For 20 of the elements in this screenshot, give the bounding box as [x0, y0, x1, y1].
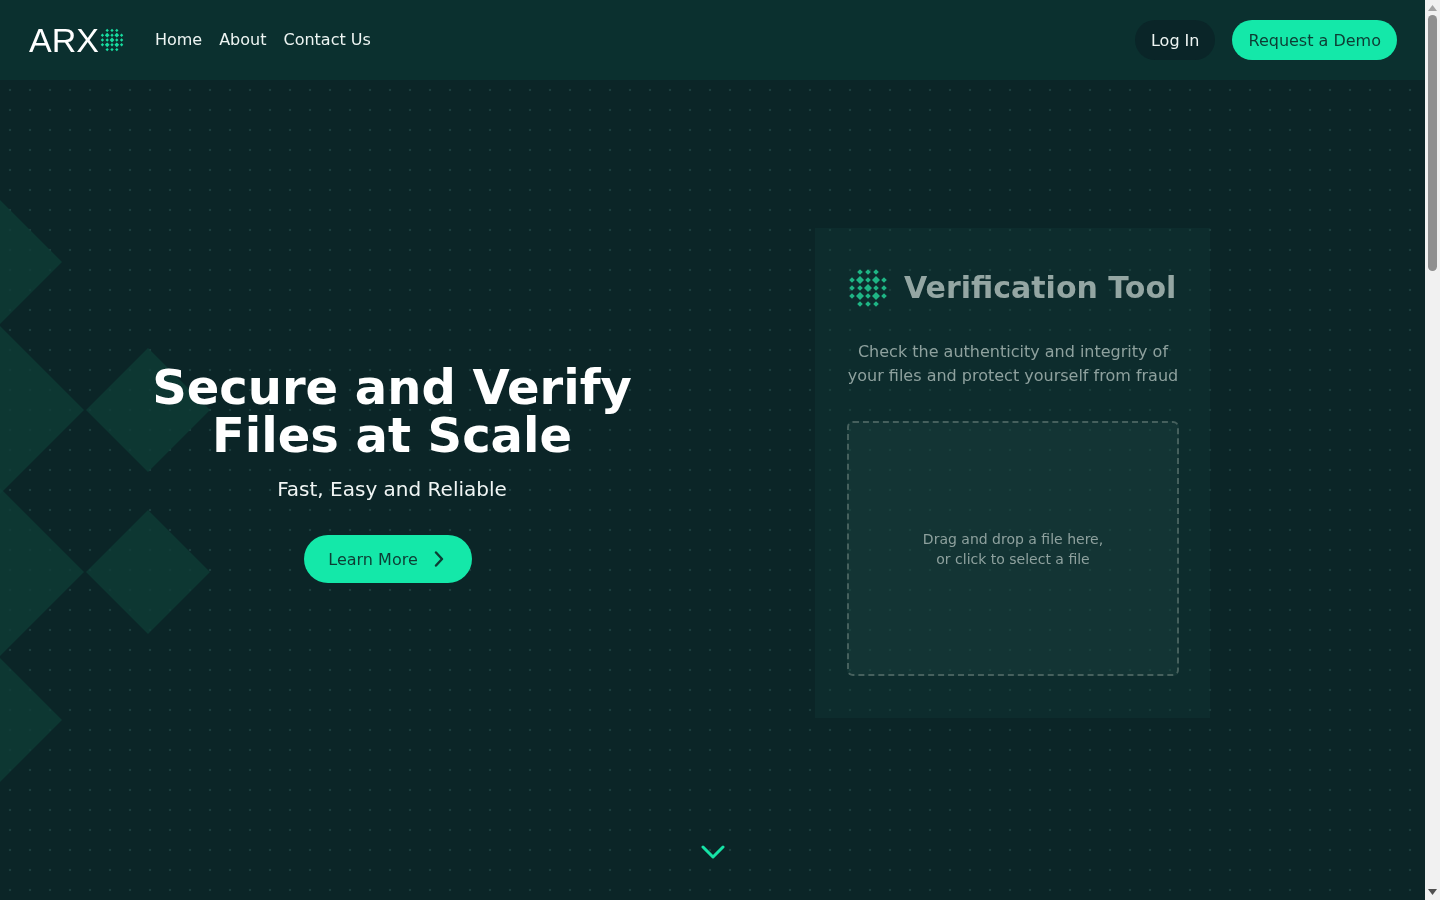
nav-link[interactable]: Home — [154, 30, 203, 50]
scrollbar[interactable] — [1425, 0, 1440, 900]
nav-link[interactable]: Contact Us — [283, 30, 371, 50]
scrollbar-thumb[interactable] — [1428, 15, 1437, 271]
hero-title: Secure and Verify Files at Scale — [151, 363, 633, 459]
chevron-right-icon — [433, 551, 444, 567]
scroll-up-icon[interactable] — [1428, 5, 1437, 11]
login-button[interactable]: Log In — [1134, 20, 1216, 60]
hero-subtitle: Fast, Easy and Reliable — [277, 477, 507, 501]
logo-wordmark[interactable]: ARX — [29, 23, 99, 57]
nav-link[interactable]: About — [219, 30, 267, 50]
scroll-down-icon[interactable] — [1428, 889, 1437, 895]
demo-button[interactable]: Request a Demo — [1232, 20, 1397, 60]
logo-dots-icon — [99, 28, 124, 52]
card-title: Verification Tool — [904, 269, 1177, 307]
chevron-down-icon[interactable] — [700, 845, 725, 859]
file-dropzone[interactable]: Drag and drop a file here, or click to select a file — [847, 421, 1179, 676]
card-description: Check the authenticity and integrity of your files and protect yourself from fraud — [846, 341, 1180, 387]
learn-more-button[interactable]: Learn More — [304, 535, 472, 583]
verification-dots-icon — [848, 268, 888, 308]
